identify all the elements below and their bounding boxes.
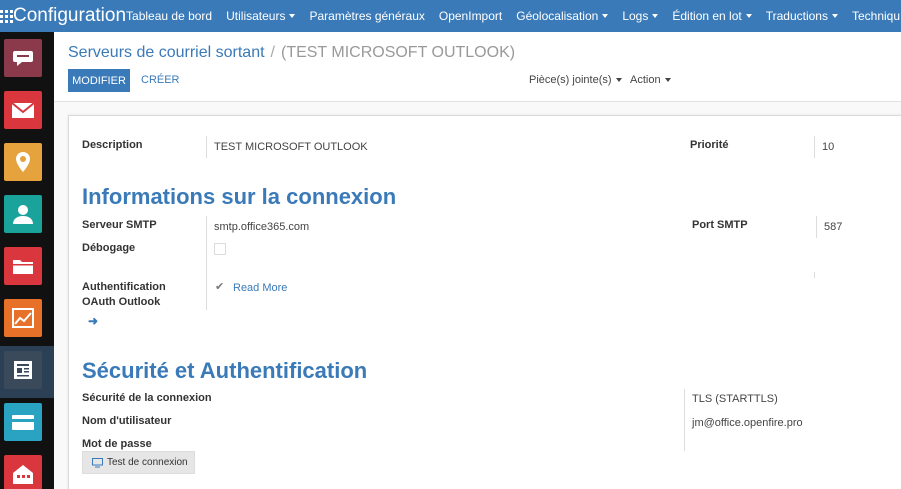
connection-security-label: Sécurité de la connexion [82,392,212,404]
menu-item[interactable]: Logs [622,9,659,23]
menu-item-label: Techniqu [851,9,901,23]
menu-item-label: Utilisateurs [226,9,286,23]
test-connection-label: Test de connexion [107,457,188,468]
map-pin-icon[interactable] [4,143,42,181]
debug-checkbox[interactable] [214,243,226,255]
breadcrumb: Serveurs de courriel sortant / (TEST MICRO… [68,44,515,62]
username-value: jm@office.openfire.pro [692,417,803,429]
field-divider [814,272,815,278]
form-sheet [68,115,901,489]
menu-item-label: Logs [622,9,649,23]
smtp-server-label: Serveur SMTP [82,219,157,231]
app-sidebar [0,32,54,489]
menu-item[interactable]: Édition en lot [672,9,752,23]
menu-item[interactable]: Utilisateurs [226,9,296,23]
field-divider [814,136,815,158]
menu-item-label: Traductions [765,9,828,23]
menu-item[interactable]: Techniqu [852,9,900,23]
menu-item[interactable]: Paramètres généraux [309,9,424,23]
menu-item-label: Paramètres généraux [309,9,425,23]
action-dropdown[interactable]: Action [630,74,671,86]
field-divider [816,216,817,238]
priority-label: Priorité [690,139,729,151]
menu-item-label: Tableau de bord [126,9,213,23]
discuss-icon[interactable] [4,39,42,77]
create-button[interactable]: CRÉER [141,74,180,86]
menu-item[interactable]: Géolocalisation [516,9,609,23]
action-label: Action [630,74,661,86]
building-icon[interactable] [4,455,42,489]
contacts-icon[interactable] [4,195,42,233]
top-navbar: Configuration Tableau de bord Utilisateur… [0,0,901,32]
edit-button[interactable]: MODIFIER [68,69,130,92]
chevron-down-icon [652,14,659,18]
menu-item-label: OpenImport [438,9,503,23]
password-label: Mot de passe [82,438,152,450]
folder-icon[interactable] [4,247,42,285]
smtp-port-value: 587 [824,221,843,233]
attachments-dropdown[interactable]: Pièce(s) jointe(s) [529,74,622,86]
oauth-label-line1: Authentification [82,281,166,293]
connection-section-title: Informations sur la connexion [82,184,397,209]
card-icon[interactable] [4,403,42,441]
menu-item[interactable]: Tableau de bord [126,9,212,23]
priority-value: 10 [822,141,835,153]
chevron-down-icon [602,14,609,18]
document-icon[interactable] [4,351,42,389]
breadcrumb-current: (TEST MICROSOFT OUTLOOK) [280,44,516,61]
username-label: Nom d'utilisateur [82,415,172,427]
field-divider [206,136,207,158]
chevron-down-icon [289,14,296,18]
chevron-down-icon [745,14,752,18]
test-connection-button[interactable]: Test de connexion [82,451,195,474]
chevron-down-icon [615,78,622,82]
app-title: Configuration [13,5,127,26]
debug-label: Débogage [82,242,136,254]
field-divider [206,216,207,310]
menu-item[interactable]: Traductions [766,9,838,23]
attachments-label: Pièce(s) jointe(s) [529,74,612,86]
oauth-checkmark-icon[interactable]: ✔ [215,280,224,293]
description-value: TEST MICROSOFT OUTLOOK [214,141,368,153]
chevron-down-icon [664,78,671,82]
breadcrumb-separator: / [270,44,275,61]
chevron-down-icon [831,14,838,18]
mail-icon[interactable] [4,91,42,129]
field-divider [684,389,685,451]
menu-item[interactable]: OpenImport [439,9,502,23]
read-more-link[interactable]: Read More [233,282,287,294]
menu-item-label: Géolocalisation [516,9,599,23]
oauth-label-line2: OAuth Outlook [82,296,161,308]
smtp-server-value: smtp.office365.com [214,221,310,233]
smtp-port-label: Port SMTP [692,219,748,231]
description-label: Description [82,139,143,151]
breadcrumb-parent-link[interactable]: Serveurs de courriel sortant [68,44,265,61]
monitor-icon [92,457,103,467]
connection-security-value: TLS (STARTTLS) [692,393,778,405]
app-switcher-icon[interactable] [0,0,13,32]
menu-item-label: Édition en lot [672,9,742,23]
main-menu: Tableau de bord Utilisateurs Paramètres gé… [126,9,901,23]
chart-icon[interactable] [4,299,42,337]
security-section-title: Sécurité et Authentification [82,358,368,383]
arrow-right-icon[interactable]: ➜ [88,314,98,328]
